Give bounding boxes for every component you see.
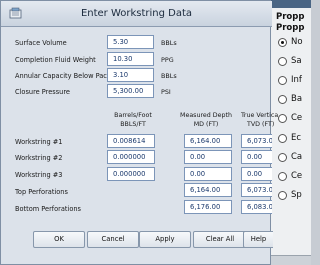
background-window-footer — [268, 255, 311, 265]
workstring-3-md-input[interactable]: 0.00 — [184, 167, 232, 181]
workstring-3-tvd-input[interactable]: 0.00 — [241, 167, 272, 181]
workstring-1-capacity-input[interactable]: 0.008614 — [107, 134, 155, 148]
completion-fluid-weight-unit: PPG — [161, 56, 174, 64]
background-window-titlebar — [268, 0, 311, 8]
measured-depth-column-header: Measured Depth MD (FT) — [175, 111, 237, 129]
true-vertical-column-header: True Vertica TVD (FT) — [241, 111, 285, 129]
surface-volume-input[interactable]: 5.30 — [107, 35, 154, 49]
workstring-2-label: Workstring #2 — [15, 154, 63, 162]
radio-option-2-label: Sa — [291, 56, 302, 66]
top-perforations-md-input[interactable]: 6,164.00 — [184, 183, 232, 197]
radio-option-8-label: Ce — [291, 171, 303, 181]
radio-option-2[interactable] — [278, 57, 287, 66]
dialog-titlebar[interactable]: Enter Workstring Data — [1, 1, 272, 27]
completion-fluid-weight-input[interactable]: 10.30 — [107, 52, 154, 66]
dialog-title: Enter Workstring Data — [80, 8, 193, 19]
capacity-header-line-2: BBLS/FT — [120, 121, 146, 128]
workstring-1-tvd-input[interactable]: 6,073.0 — [241, 134, 272, 148]
surface-volume-unit: BBLs — [161, 39, 177, 47]
radio-option-9[interactable] — [278, 191, 287, 200]
capacity-column-header: Barrels/Foot BBLS/FT — [105, 111, 161, 129]
closure-pressure-input[interactable]: 5,300.00 — [107, 84, 154, 98]
background-header-line-2: Propp — [276, 23, 305, 33]
cancel-button[interactable]: Cancel — [87, 231, 139, 248]
workstring-1-label: Workstring #1 — [15, 138, 63, 146]
radio-option-6[interactable] — [278, 134, 287, 143]
annular-capacity-input[interactable]: 3.10 — [107, 68, 154, 82]
help-button[interactable]: Help — [243, 231, 273, 248]
radio-option-3[interactable] — [278, 76, 287, 85]
radio-option-5-label: Ce — [291, 113, 303, 123]
tvd-header-line-2: TVD (FT) — [247, 121, 275, 128]
workstring-dialog: Enter Workstring Data Surface Volume 5.3… — [0, 0, 278, 265]
tvd-header-line-1: True Vertica — [241, 112, 279, 119]
workstring-2-tvd-input[interactable]: 0.00 — [241, 150, 272, 164]
workstring-3-capacity-input[interactable]: 0.000000 — [107, 167, 155, 181]
radio-option-1[interactable] — [278, 38, 287, 47]
workstring-2-capacity-input[interactable]: 0.000000 — [107, 150, 155, 164]
annular-capacity-unit: BBLs — [161, 72, 177, 80]
radio-option-1-label: No — [291, 37, 303, 47]
top-perforations-tvd-input[interactable]: 6,073.0 — [241, 183, 272, 197]
radio-option-7-label: Ca — [291, 152, 303, 162]
radio-option-6-label: Ec — [291, 133, 302, 143]
closure-pressure-unit: PSI — [161, 88, 171, 96]
bottom-perforations-md-input[interactable]: 6,176.00 — [184, 200, 232, 214]
workstring-1-md-input[interactable]: 6,164.00 — [184, 134, 232, 148]
bottom-perforations-label: Bottom Perforations — [15, 205, 81, 213]
background-header-line-1: Propp — [276, 12, 305, 22]
workstring-2-md-input[interactable]: 0.00 — [184, 150, 232, 164]
surface-volume-label: Surface Volume — [15, 39, 67, 47]
radio-option-4[interactable] — [278, 95, 287, 104]
md-header-line-1: Measured Depth — [180, 112, 232, 119]
annular-capacity-label: Annular Capacity Below Packer — [15, 72, 118, 80]
capacity-header-line-1: Barrels/Foot — [114, 112, 152, 119]
ok-button[interactable]: OK — [33, 231, 85, 248]
bottom-perforations-tvd-input[interactable]: 6,083.0 — [241, 200, 272, 214]
workstring-3-label: Workstring #3 — [15, 171, 63, 179]
radio-option-9-label: Sp — [291, 190, 302, 200]
closure-pressure-label: Closure Pressure — [15, 88, 70, 96]
top-perforations-label: Top Perforations — [15, 188, 68, 196]
clear-all-button[interactable]: Clear All — [193, 231, 247, 248]
md-header-line-2: MD (FT) — [193, 121, 219, 128]
background-window — [268, 0, 311, 265]
radio-option-4-label: Ba — [291, 94, 303, 104]
apply-button[interactable]: Apply — [139, 231, 191, 248]
radio-option-7[interactable] — [278, 153, 287, 162]
completion-fluid-weight-label: Completion Fluid Weight — [15, 56, 96, 64]
radio-option-3-label: Inf — [291, 75, 302, 85]
radio-option-8[interactable] — [278, 172, 287, 181]
